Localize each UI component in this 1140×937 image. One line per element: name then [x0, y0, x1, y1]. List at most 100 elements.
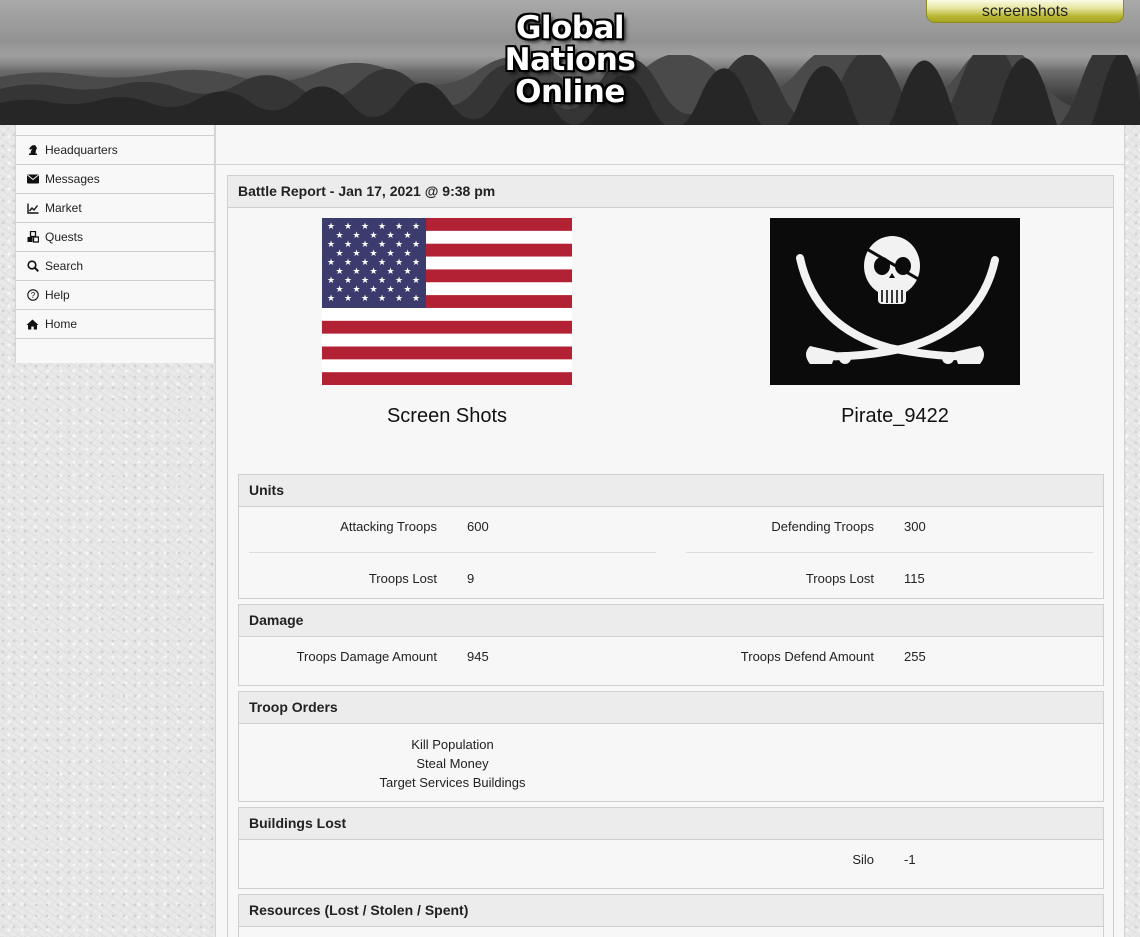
- svg-text:★: ★: [378, 222, 386, 232]
- svg-text:★: ★: [361, 294, 369, 304]
- svg-text:★: ★: [395, 222, 403, 232]
- svg-text:★: ★: [369, 249, 377, 259]
- defender-troops-lost-value: 115: [904, 571, 925, 586]
- sidebar-item-help[interactable]: ? Help: [16, 281, 214, 310]
- svg-text:★: ★: [395, 294, 403, 304]
- order-item: Target Services Buildings: [379, 775, 526, 790]
- svg-text:★: ★: [327, 222, 335, 232]
- svg-text:★: ★: [335, 249, 343, 259]
- sidebar-item-label: Quests: [45, 230, 84, 244]
- svg-text:★: ★: [361, 222, 369, 232]
- cubes-icon: [26, 231, 39, 244]
- sidebar-item-headquarters[interactable]: Headquarters: [16, 136, 214, 165]
- attacker-troops-lost-label: Troops Lost: [368, 571, 437, 586]
- sidebar-item-label: Messages: [45, 172, 100, 186]
- user-account-tab[interactable]: screenshots: [926, 0, 1124, 23]
- svg-text:★: ★: [395, 240, 403, 250]
- svg-text:★: ★: [369, 285, 377, 295]
- svg-text:★: ★: [395, 258, 403, 268]
- sidebar-item-label: Home: [45, 317, 78, 331]
- logo-line-3: Online: [515, 74, 625, 110]
- units-divider-left: [249, 552, 656, 553]
- buildings-lost-section: Buildings Lost Silo -1: [238, 807, 1104, 889]
- question-circle-icon: ?: [26, 289, 39, 302]
- svg-text:★: ★: [327, 276, 335, 286]
- sidebar-item-search[interactable]: Search: [16, 252, 214, 281]
- svg-text:★: ★: [352, 267, 360, 277]
- sidebar-item-home[interactable]: Home: [16, 310, 214, 339]
- troops-defend-label: Troops Defend Amount: [740, 649, 874, 664]
- main-content: Battle Report - Jan 17, 2021 @ 9:38 pm ★…: [215, 125, 1125, 937]
- svg-text:★: ★: [361, 258, 369, 268]
- attacking-troops-label: Attacking Troops: [340, 519, 437, 534]
- us-flag-image: ★ ★ ★ ★ ★ ★ ★ ★ ★ ★ ★ ★ ★ ★ ★ ★ ★ ★ ★ ★ ★ ★ ★ ★ ★ ★ ★ ★ ★ ★ ★ ★ ★ ★…: [322, 218, 572, 385]
- svg-text:★: ★: [344, 276, 352, 286]
- svg-text:★: ★: [386, 231, 394, 241]
- sidebar-item-label: Headquarters: [45, 143, 118, 157]
- sidebar-item-label: Market: [45, 201, 82, 215]
- resources-section: Resources (Lost / Stolen / Spent): [238, 894, 1104, 937]
- logo-line-1: Global: [515, 10, 625, 46]
- defender-troops-lost-label: Troops Lost: [805, 571, 874, 586]
- svg-text:★: ★: [352, 249, 360, 259]
- svg-text:★: ★: [335, 267, 343, 277]
- svg-text:★: ★: [369, 267, 377, 277]
- svg-text:★: ★: [378, 258, 386, 268]
- svg-text:★: ★: [344, 222, 352, 232]
- troop-orders-section: Troop Orders Kill Population Steal Money…: [238, 691, 1104, 802]
- svg-text:★: ★: [386, 267, 394, 277]
- order-item: Kill Population: [411, 737, 494, 752]
- svg-text:★: ★: [403, 267, 411, 277]
- sidebar-item-label: Help: [45, 288, 70, 302]
- svg-text:★: ★: [335, 231, 343, 241]
- svg-text:★: ★: [344, 240, 352, 250]
- defender-name[interactable]: Pirate_9422: [770, 405, 1020, 428]
- svg-text:★: ★: [403, 285, 411, 295]
- svg-text:★: ★: [412, 294, 420, 304]
- search-icon: [26, 260, 39, 273]
- troops-defend-value: 255: [904, 649, 926, 664]
- sidebar-item-label: Search: [45, 259, 84, 273]
- svg-text:★: ★: [344, 294, 352, 304]
- order-item: Steal Money: [416, 756, 489, 771]
- sidebar-item-messages[interactable]: Messages: [16, 165, 214, 194]
- units-title: Units: [239, 475, 1103, 507]
- svg-text:★: ★: [412, 276, 420, 286]
- logo-line-2: Nations: [504, 42, 636, 78]
- svg-text:★: ★: [352, 231, 360, 241]
- svg-text:★: ★: [403, 249, 411, 259]
- building-lost-label: Silo: [852, 852, 874, 867]
- svg-text:★: ★: [327, 294, 335, 304]
- attacking-troops-value: 600: [467, 519, 489, 534]
- svg-text:★: ★: [327, 240, 335, 250]
- envelope-icon: [26, 173, 39, 186]
- sidebar-nav: Headquarters Messages Market Quests Sear…: [15, 125, 215, 363]
- sidebar-item-quests[interactable]: Quests: [16, 223, 214, 252]
- main-top-bar: [216, 125, 1124, 165]
- header-banner: Global Nations Online screenshots: [0, 0, 1140, 125]
- units-divider-right: [686, 552, 1093, 553]
- svg-text:★: ★: [378, 294, 386, 304]
- line-chart-icon: [26, 202, 39, 215]
- svg-text:★: ★: [412, 258, 420, 268]
- svg-text:★: ★: [386, 285, 394, 295]
- resources-title: Resources (Lost / Stolen / Spent): [239, 895, 1103, 927]
- building-lost-value: -1: [904, 852, 916, 867]
- svg-text:★: ★: [361, 276, 369, 286]
- defender-block: Pirate_9422: [770, 218, 1020, 428]
- svg-text:★: ★: [386, 249, 394, 259]
- sidebar-item-market[interactable]: Market: [16, 194, 214, 223]
- attacker-name[interactable]: Screen Shots: [322, 405, 572, 428]
- attacker-troops-lost-value: 9: [467, 571, 475, 586]
- chess-knight-icon: [26, 144, 39, 157]
- svg-text:★: ★: [412, 222, 420, 232]
- svg-text:★: ★: [378, 240, 386, 250]
- site-logo[interactable]: Global Nations Online: [470, 12, 670, 108]
- troop-orders-list: Kill Population Steal Money Target Servi…: [379, 735, 526, 792]
- svg-text:★: ★: [378, 276, 386, 286]
- battle-report-panel: Battle Report - Jan 17, 2021 @ 9:38 pm ★…: [227, 175, 1114, 937]
- svg-text:★: ★: [369, 231, 377, 241]
- buildings-lost-title: Buildings Lost: [239, 808, 1103, 840]
- damage-title: Damage: [239, 605, 1103, 637]
- svg-text:★: ★: [403, 231, 411, 241]
